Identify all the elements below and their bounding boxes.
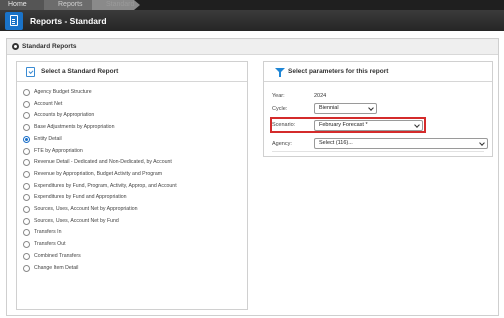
radio-button[interactable]	[23, 170, 30, 178]
radio-button[interactable]	[23, 241, 30, 249]
report-option[interactable]: Sources, Uses, Account Net by Appropriat…	[23, 205, 243, 215]
report-option[interactable]: Revenue by Appropriation, Budget Activit…	[23, 170, 243, 180]
report-option[interactable]: Transfers In	[23, 228, 243, 238]
report-option[interactable]: FTE by Appropriation	[23, 147, 243, 157]
panel-header[interactable]: Standard Reports	[7, 39, 498, 55]
report-option-label: Accounts by Appropriation	[34, 112, 95, 119]
scenario-label: Scenario:	[272, 122, 296, 128]
breadcrumb: Home Reports Standard	[0, 0, 504, 10]
year-value: 2024	[314, 93, 327, 99]
report-option-label: Combined Transfers	[34, 252, 81, 259]
radio-button[interactable]	[23, 252, 30, 260]
radio-button[interactable]	[23, 264, 30, 272]
scenario-select[interactable]: February Forecast *	[314, 120, 423, 131]
scenario-select-value: February Forecast *	[319, 122, 368, 128]
report-option[interactable]: Sources, Uses, Account Net by Fund	[23, 217, 243, 227]
report-option[interactable]: Agency Budget Structure	[23, 88, 243, 98]
radio-button[interactable]	[23, 147, 30, 155]
report-option-label: Expenditures by Fund and Appropriation	[34, 194, 127, 201]
parameters-title: Select parameters for this report	[288, 68, 389, 75]
report-option-label: Sources, Uses, Account Net by Appropriat…	[34, 206, 138, 212]
agency-select[interactable]: Select (116)...	[314, 138, 488, 149]
agency-label: Agency:	[272, 141, 292, 147]
report-option[interactable]: Account Net	[23, 100, 243, 110]
report-option-label: Change Item Detail	[34, 264, 79, 271]
report-option[interactable]: Combined Transfers	[23, 252, 243, 262]
report-option-label: Entity Detail	[34, 135, 62, 142]
standard-reports-panel: Standard Reports Select a Standard Repor…	[6, 38, 499, 316]
report-option-label: FTE by Appropriation	[34, 147, 83, 154]
filter-icon	[275, 68, 285, 77]
report-option[interactable]: Entity Detail	[23, 135, 243, 145]
report-option-label: Transfers Out	[34, 241, 66, 248]
agency-select-value: Select (116)...	[319, 140, 353, 146]
report-option-label: Base Adjustments by Appropriation	[34, 124, 115, 131]
radio-button[interactable]	[23, 135, 30, 143]
report-list-header: Select a Standard Report	[17, 62, 247, 82]
report-option-label: Account Net	[34, 100, 63, 107]
panel-title: Standard Reports	[22, 43, 77, 50]
report-option[interactable]: Accounts by Appropriation	[23, 111, 243, 121]
radio-button[interactable]	[23, 217, 30, 225]
chevron-down-icon	[414, 122, 420, 128]
breadcrumb-separator	[134, 0, 140, 10]
year-label: Year:	[272, 93, 285, 99]
report-option[interactable]: Transfers Out	[23, 240, 243, 250]
radio-button[interactable]	[23, 182, 30, 190]
report-option-label: Expenditures by Fund, Program, Activity,…	[34, 182, 177, 189]
parameters-card: Select parameters for this report Year: …	[263, 61, 493, 157]
radio-button[interactable]	[23, 100, 30, 108]
cycle-select-value: Biennial	[319, 105, 339, 111]
parameters-header: Select parameters for this report	[264, 62, 492, 82]
report-list-title: Select a Standard Report	[41, 68, 119, 75]
collapse-circle-icon[interactable]	[12, 43, 19, 50]
cycle-label: Cycle:	[272, 106, 288, 112]
report-list-card: Select a Standard Report Agency Budget S…	[16, 61, 248, 310]
report-option-label: Revenue Detail - Dedicated and Non-Dedic…	[34, 159, 172, 166]
report-option[interactable]: Revenue Detail - Dedicated and Non-Dedic…	[23, 158, 243, 168]
radio-button[interactable]	[23, 89, 30, 96]
chevron-down-icon	[479, 140, 485, 146]
radio-button[interactable]	[23, 194, 30, 202]
breadcrumb-home[interactable]: Home	[0, 0, 44, 10]
radio-button[interactable]	[23, 112, 30, 120]
report-option[interactable]: Base Adjustments by Appropriation	[23, 123, 243, 133]
radio-button[interactable]	[23, 159, 30, 167]
chevron-down-icon	[368, 105, 374, 111]
breadcrumb-standard: Standard	[92, 0, 134, 10]
report-option[interactable]: Expenditures by Fund and Appropriation	[23, 193, 243, 203]
document-icon	[5, 12, 23, 30]
page-title: Reports - Standard	[30, 16, 107, 26]
cycle-select[interactable]: Biennial	[314, 103, 377, 114]
radio-button[interactable]	[23, 206, 30, 213]
report-option-label: Sources, Uses, Account Net by Fund	[34, 217, 119, 224]
radio-button[interactable]	[23, 229, 30, 237]
clipboard-check-icon	[26, 67, 35, 77]
radio-button[interactable]	[23, 124, 30, 132]
breadcrumb-reports[interactable]: Reports	[44, 0, 92, 10]
report-option-label: Agency Budget Structure	[34, 89, 92, 95]
report-option-label: Transfers In	[34, 229, 62, 236]
report-option[interactable]: Expenditures by Fund, Program, Activity,…	[23, 182, 243, 192]
report-option-label: Revenue by Appropriation, Budget Activit…	[34, 170, 163, 177]
divider	[272, 151, 484, 152]
report-option[interactable]: Change Item Detail	[23, 264, 243, 274]
